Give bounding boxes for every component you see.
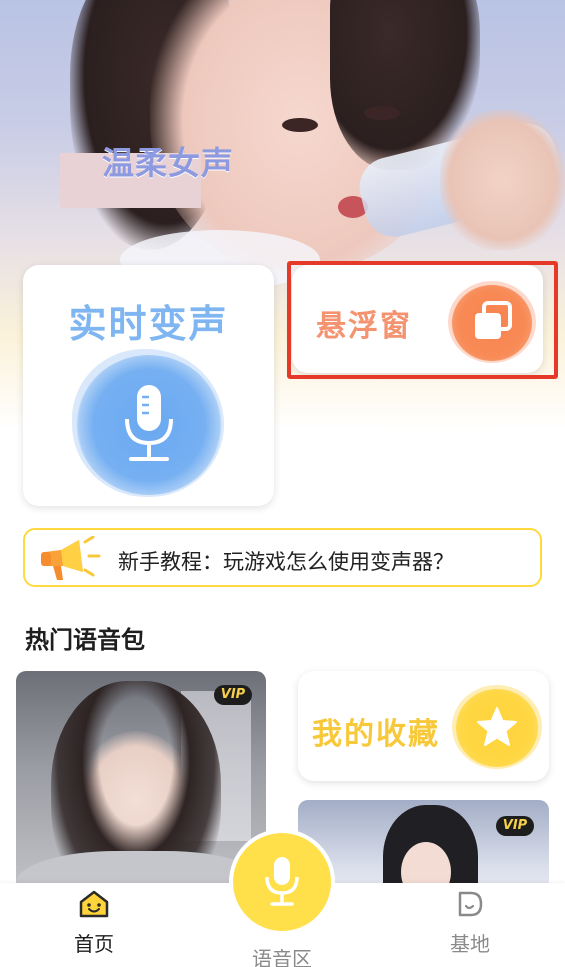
realtime-voice-change-title: 实时变声 bbox=[68, 302, 229, 346]
hero-eye-right bbox=[364, 106, 400, 120]
tab-home[interactable]: 首页 bbox=[54, 889, 134, 957]
hero-tag-text: 温柔女声 bbox=[102, 144, 235, 182]
float-window-highlight bbox=[287, 261, 558, 379]
tutorial-text: 新手教程：玩游戏怎么使用变声器？ bbox=[118, 550, 454, 574]
voice-pack-card[interactable]: VIP bbox=[16, 671, 266, 911]
realtime-voice-change-card[interactable]: 实时变声 bbox=[23, 265, 274, 506]
vip-badge: VIP bbox=[496, 816, 534, 836]
tutorial-banner[interactable]: 新手教程：玩游戏怎么使用变声器？ bbox=[23, 528, 542, 587]
home-smile-icon bbox=[79, 890, 109, 918]
my-favorites-card[interactable]: 我的收藏 bbox=[298, 671, 549, 781]
microphone-icon bbox=[125, 385, 173, 461]
star-icon bbox=[477, 707, 517, 746]
hero-hand bbox=[440, 110, 565, 250]
my-favorites-title: 我的收藏 bbox=[312, 717, 440, 752]
hot-voice-packs-title: 热门语音包 bbox=[25, 626, 145, 654]
base-icon bbox=[458, 891, 483, 917]
vip-badge: VIP bbox=[214, 685, 252, 705]
tab-voice-zone[interactable]: 语音区 bbox=[232, 939, 332, 967]
tab-home-label: 首页 bbox=[74, 932, 114, 956]
megaphone-icon bbox=[41, 536, 101, 580]
tab-base-label: 基地 bbox=[450, 932, 490, 956]
tab-base[interactable]: 基地 bbox=[430, 889, 510, 957]
microphone-icon bbox=[265, 857, 299, 906]
hero-eye-left bbox=[282, 118, 318, 132]
center-mic-button[interactable] bbox=[233, 833, 331, 931]
tab-voice-zone-label: 语音区 bbox=[252, 947, 312, 967]
